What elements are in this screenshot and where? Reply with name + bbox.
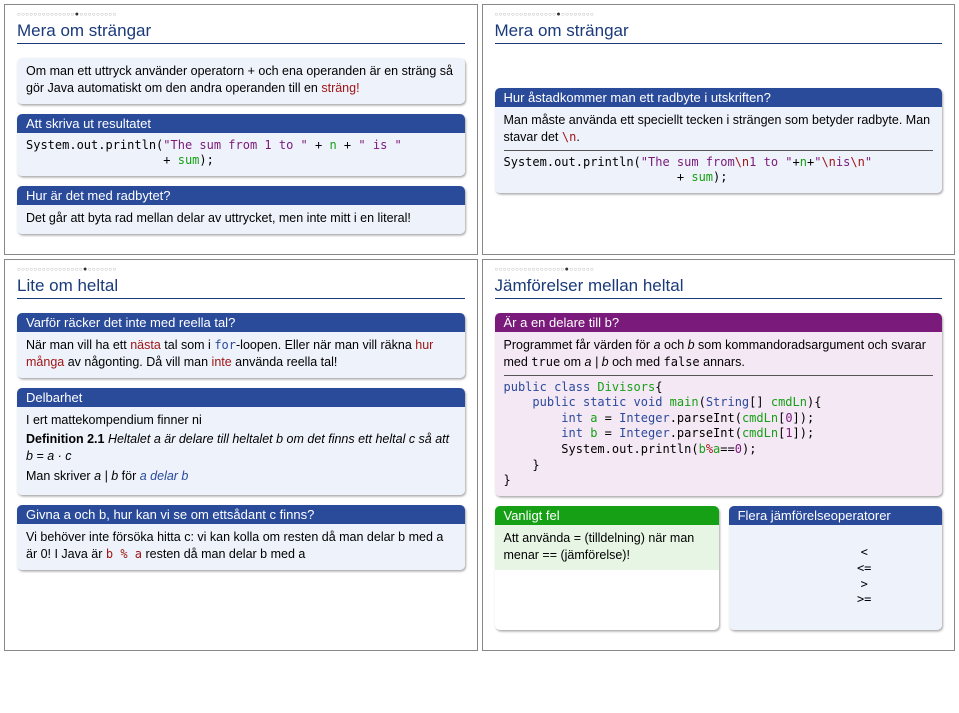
- block-body: Det går att byta rad mellan delar av utt…: [17, 205, 465, 234]
- progress-dots: ○○○○○○○○○○○○○○○○○●○○○○○○: [495, 266, 943, 274]
- block-head: Vanligt fel: [495, 506, 719, 525]
- block-head: Delbarhet: [17, 388, 465, 407]
- block-print-result: Att skriva ut resultatet System.out.prin…: [17, 114, 465, 176]
- definition-label: Definition 2.1: [26, 432, 104, 446]
- newline-escape: \n: [562, 130, 576, 144]
- block-intro: Om man ett uttryck använder operatorn + …: [17, 58, 465, 104]
- divider: [504, 150, 934, 151]
- block-head: Flera jämförelseoperatorer: [729, 506, 942, 525]
- slide-title: Jämförelser mellan heltal: [495, 276, 943, 296]
- block-more-ops: Flera jämförelseoperatorer < <= > >=: [729, 506, 942, 631]
- slide-strings-2: ○○○○○○○○○○○○○○○●○○○○○○○○ Mera om stränga…: [482, 4, 956, 255]
- block-head: Är a en delare till b?: [495, 313, 943, 332]
- op-lt: <: [849, 545, 879, 561]
- progress-dots: ○○○○○○○○○○○○○○●○○○○○○○○○: [17, 11, 465, 19]
- code-block: public class Divisors{ public static voi…: [504, 380, 934, 489]
- code-block: System.out.println("The sum from\n1 to "…: [504, 155, 934, 186]
- line1: I ert mattekompendium finner ni: [26, 412, 456, 429]
- intro-text: Om man ett uttryck använder operatorn + …: [26, 64, 453, 95]
- divider: [504, 375, 934, 376]
- block-head: Hur är det med radbytet?: [17, 186, 465, 205]
- mod-expr: b % a: [106, 547, 142, 561]
- slide-strings-1: ○○○○○○○○○○○○○○●○○○○○○○○○ Mera om stränga…: [4, 4, 478, 255]
- block-find-c: Givna a och b, hur kan vi se om ettsådan…: [17, 505, 465, 570]
- block-head: Hur åstadkommer man ett radbyte i utskri…: [495, 88, 943, 107]
- block-head: Givna a och b, hur kan vi se om ettsådan…: [17, 505, 465, 524]
- block-body: Att använda = (tilldelning) när man mena…: [495, 525, 719, 571]
- slide-grid: ○○○○○○○○○○○○○○●○○○○○○○○○ Mera om stränga…: [4, 4, 955, 651]
- slide-title: Lite om heltal: [17, 276, 465, 296]
- progress-dots: ○○○○○○○○○○○○○○○○●○○○○○○○: [17, 266, 465, 274]
- block-newline: Hur åstadkommer man ett radbyte i utskri…: [495, 88, 943, 193]
- period: .: [576, 130, 579, 144]
- title-rule: [495, 298, 943, 299]
- title-rule: [17, 43, 465, 44]
- block-head: Varför räcker det inte med reella tal?: [17, 313, 465, 332]
- title-rule: [17, 298, 465, 299]
- slide-title: Mera om strängar: [17, 21, 465, 41]
- block-divisibility: Delbarhet I ert mattekompendium finner n…: [17, 388, 465, 496]
- op-ge: >=: [849, 592, 879, 608]
- block-why-int: Varför räcker det inte med reella tal? N…: [17, 313, 465, 378]
- block-linebreak-q: Hur är det med radbytet? Det går att byt…: [17, 186, 465, 234]
- block-divisor-example: Är a en delare till b? Programmet får vä…: [495, 313, 943, 496]
- intro-highlight: sträng!: [321, 81, 359, 95]
- slide-compare: ○○○○○○○○○○○○○○○○○●○○○○○○ Jämförelser mel…: [482, 259, 956, 651]
- slide-title: Mera om strängar: [495, 21, 943, 41]
- op-le: <=: [849, 561, 879, 577]
- op-gt: >: [849, 577, 879, 593]
- block-head: Att skriva ut resultatet: [17, 114, 465, 133]
- block-common-error: Vanligt fel Att använda = (tilldelning) …: [495, 506, 719, 631]
- code-block: System.out.println("The sum from 1 to " …: [17, 133, 465, 176]
- progress-dots: ○○○○○○○○○○○○○○○●○○○○○○○○: [495, 11, 943, 19]
- slide-integers: ○○○○○○○○○○○○○○○○●○○○○○○○ Lite om heltal …: [4, 259, 478, 651]
- title-rule: [495, 43, 943, 44]
